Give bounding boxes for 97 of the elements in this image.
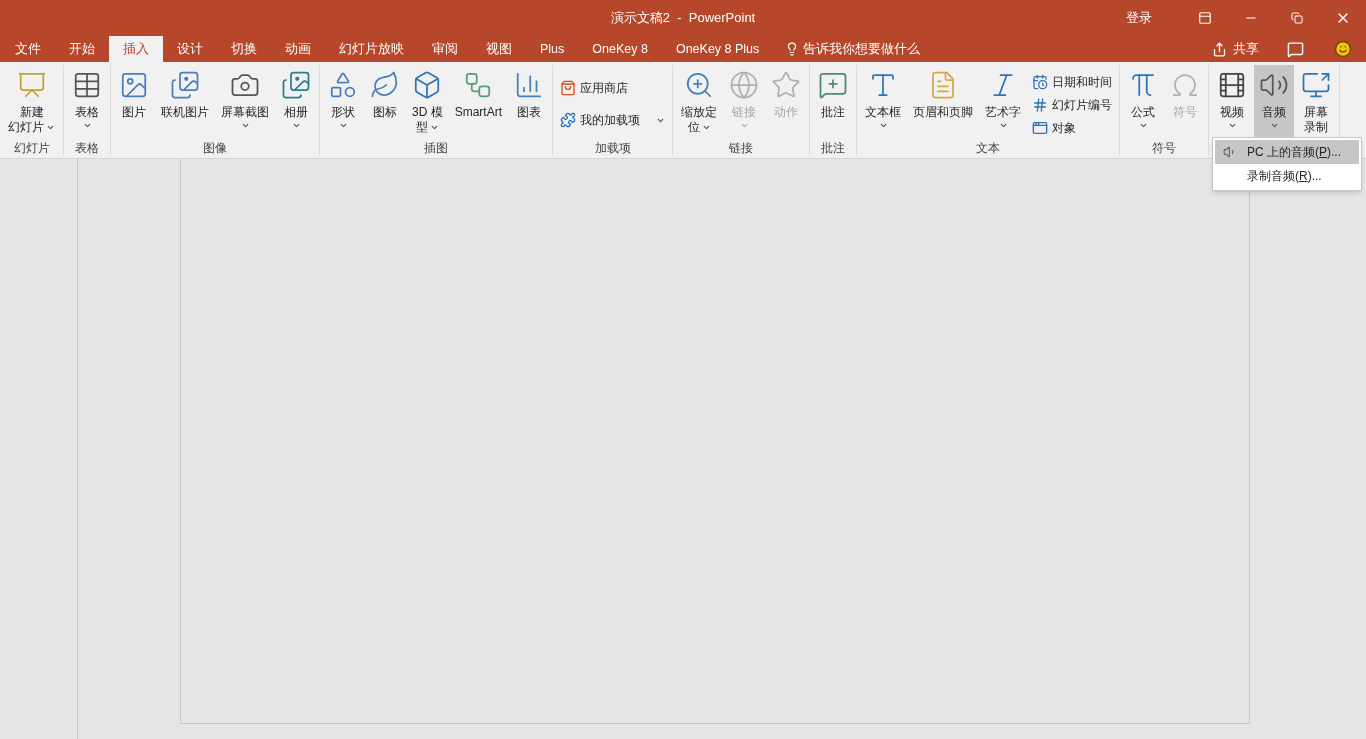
- group-label: 幻灯片: [13, 141, 50, 155]
- button-label: 页眉和页脚: [913, 105, 974, 120]
- ribbon-tab[interactable]: 视图: [472, 36, 526, 62]
- group-label: 表格: [75, 141, 99, 155]
- button-label: 缩放定: [681, 105, 718, 120]
- button-label: 批注: [821, 105, 846, 120]
- group-label: 链接: [729, 141, 754, 155]
- hash-icon: [1032, 97, 1049, 113]
- ribbon-display-icon: [1198, 11, 1212, 25]
- button-label: 动作: [774, 105, 799, 120]
- ribbon-button[interactable]: 视频: [1212, 65, 1253, 143]
- button-label: 符号: [1173, 105, 1198, 120]
- ribbon-tab[interactable]: 审阅: [418, 36, 472, 62]
- tell-me-search[interactable]: 告诉我你想要做什么: [785, 36, 921, 62]
- ribbon-tab[interactable]: 幻灯片放映: [325, 36, 418, 62]
- button-label: 艺术字: [985, 105, 1022, 120]
- ribbon-button[interactable]: 屏幕截图: [216, 65, 274, 143]
- group-label: 图像: [203, 141, 227, 155]
- button-label: 新建: [19, 105, 44, 120]
- sign-in-link[interactable]: 登录: [1116, 8, 1162, 28]
- ribbon-tab[interactable]: 文件: [1, 36, 55, 62]
- ribbon-small-button[interactable]: 应用商店: [556, 77, 670, 99]
- group-label: 文本: [976, 141, 1001, 155]
- calendar-clock-icon: [1032, 74, 1049, 90]
- group-label: 加载项: [594, 141, 631, 155]
- group-label: 符号: [1152, 141, 1177, 155]
- button-label: 表格: [75, 105, 99, 120]
- slide-icon: [16, 70, 47, 100]
- ribbon-tab[interactable]: Plus: [526, 36, 579, 62]
- share-icon: [1212, 41, 1227, 57]
- ribbon-button[interactable]: 联机图片: [156, 65, 214, 143]
- ribbon-tab[interactable]: 插入: [109, 36, 163, 62]
- ribbon-tab[interactable]: OneKey 8 Plus: [661, 36, 774, 62]
- ribbon-button[interactable]: 页眉和页脚: [908, 65, 979, 143]
- photo-album-icon: [281, 70, 311, 100]
- group-label: 批注: [821, 141, 846, 155]
- ribbon-button[interactable]: 3D 模 型: [407, 65, 448, 143]
- ribbon-small-button[interactable]: 日期和时间: [1028, 71, 1117, 93]
- ribbon-button[interactable]: 文本框: [860, 65, 907, 143]
- online-picture-icon: [170, 70, 200, 100]
- leaf-icon: [370, 70, 400, 100]
- shapes-icon: [328, 70, 358, 100]
- screen-recording-icon: [1301, 70, 1332, 100]
- button-label: 图表: [517, 105, 542, 120]
- ribbon-button[interactable]: 屏幕 录制: [1296, 65, 1337, 143]
- ribbon-tab[interactable]: 开始: [55, 36, 109, 62]
- group-label: 插图: [424, 141, 448, 155]
- ribbon-tab[interactable]: OneKey 8: [578, 36, 662, 62]
- button-label: 位: [687, 120, 700, 135]
- ribbon-small-button[interactable]: 幻灯片编号: [1028, 94, 1117, 116]
- ribbon-button[interactable]: 图片: [114, 65, 154, 143]
- ribbon-tab[interactable]: 动画: [271, 36, 325, 62]
- window-title: 演示文稿2 - PowerPoint: [610, 9, 756, 28]
- share-button[interactable]: 共享: [1206, 36, 1265, 62]
- ribbon-button[interactable]: 艺术字: [980, 65, 1027, 143]
- button-label: 形状: [331, 105, 355, 120]
- ribbon-button[interactable]: 图标: [365, 65, 405, 143]
- button-label: 型: [415, 120, 428, 135]
- button-label: 录制: [1304, 120, 1329, 135]
- ribbon-button[interactable]: 缩放定 位: [676, 65, 723, 143]
- star-icon: [771, 70, 802, 100]
- ribbon-button[interactable]: SmartArt: [449, 65, 508, 143]
- ribbon-button[interactable]: 新建 幻灯片: [3, 65, 60, 143]
- ribbon-small-button[interactable]: 我的加载项: [556, 109, 670, 131]
- button-label: 视频: [1220, 105, 1245, 120]
- table-icon: [72, 70, 102, 100]
- button-label: SmartArt: [454, 105, 503, 120]
- button-label: 幻灯片: [8, 120, 44, 135]
- restore-icon: [1291, 12, 1303, 24]
- picture-icon: [119, 70, 149, 100]
- object-icon: [1032, 120, 1049, 136]
- comment-add-icon: [818, 70, 849, 100]
- ribbon-button[interactable]: 图表: [509, 65, 550, 143]
- ribbon-tab[interactable]: 设计: [163, 36, 217, 62]
- button-label: 文本框: [865, 105, 902, 120]
- button-label: 屏幕: [1304, 105, 1329, 120]
- button-label: 图片: [122, 105, 146, 120]
- button-label: 图标: [373, 105, 397, 120]
- comment-icon: [1287, 40, 1304, 58]
- button-label: 3D 模: [412, 105, 443, 120]
- ribbon-small-button[interactable]: 对象: [1028, 117, 1117, 139]
- button-label: 屏幕截图: [221, 105, 269, 120]
- ribbon-button[interactable]: 形状: [323, 65, 363, 143]
- button-label: 链接: [732, 105, 757, 120]
- ribbon-button[interactable]: 公式: [1123, 65, 1164, 143]
- ribbon-button[interactable]: 表格: [67, 65, 107, 143]
- menu-item[interactable]: PC 上的音频(P)...: [1215, 140, 1359, 164]
- ribbon-tab[interactable]: 切换: [217, 36, 271, 62]
- button-label: 公式: [1131, 105, 1156, 120]
- ribbon-button[interactable]: 批注: [813, 65, 854, 143]
- puzzle-icon: [560, 112, 577, 128]
- button-label: 联机图片: [161, 105, 209, 120]
- button-label: 相册: [284, 105, 308, 120]
- shopping-bag-icon: [560, 80, 577, 96]
- ribbon-button[interactable]: 相册: [276, 65, 316, 143]
- smiley-icon: [1334, 40, 1352, 58]
- button-label: 音频: [1262, 105, 1287, 120]
